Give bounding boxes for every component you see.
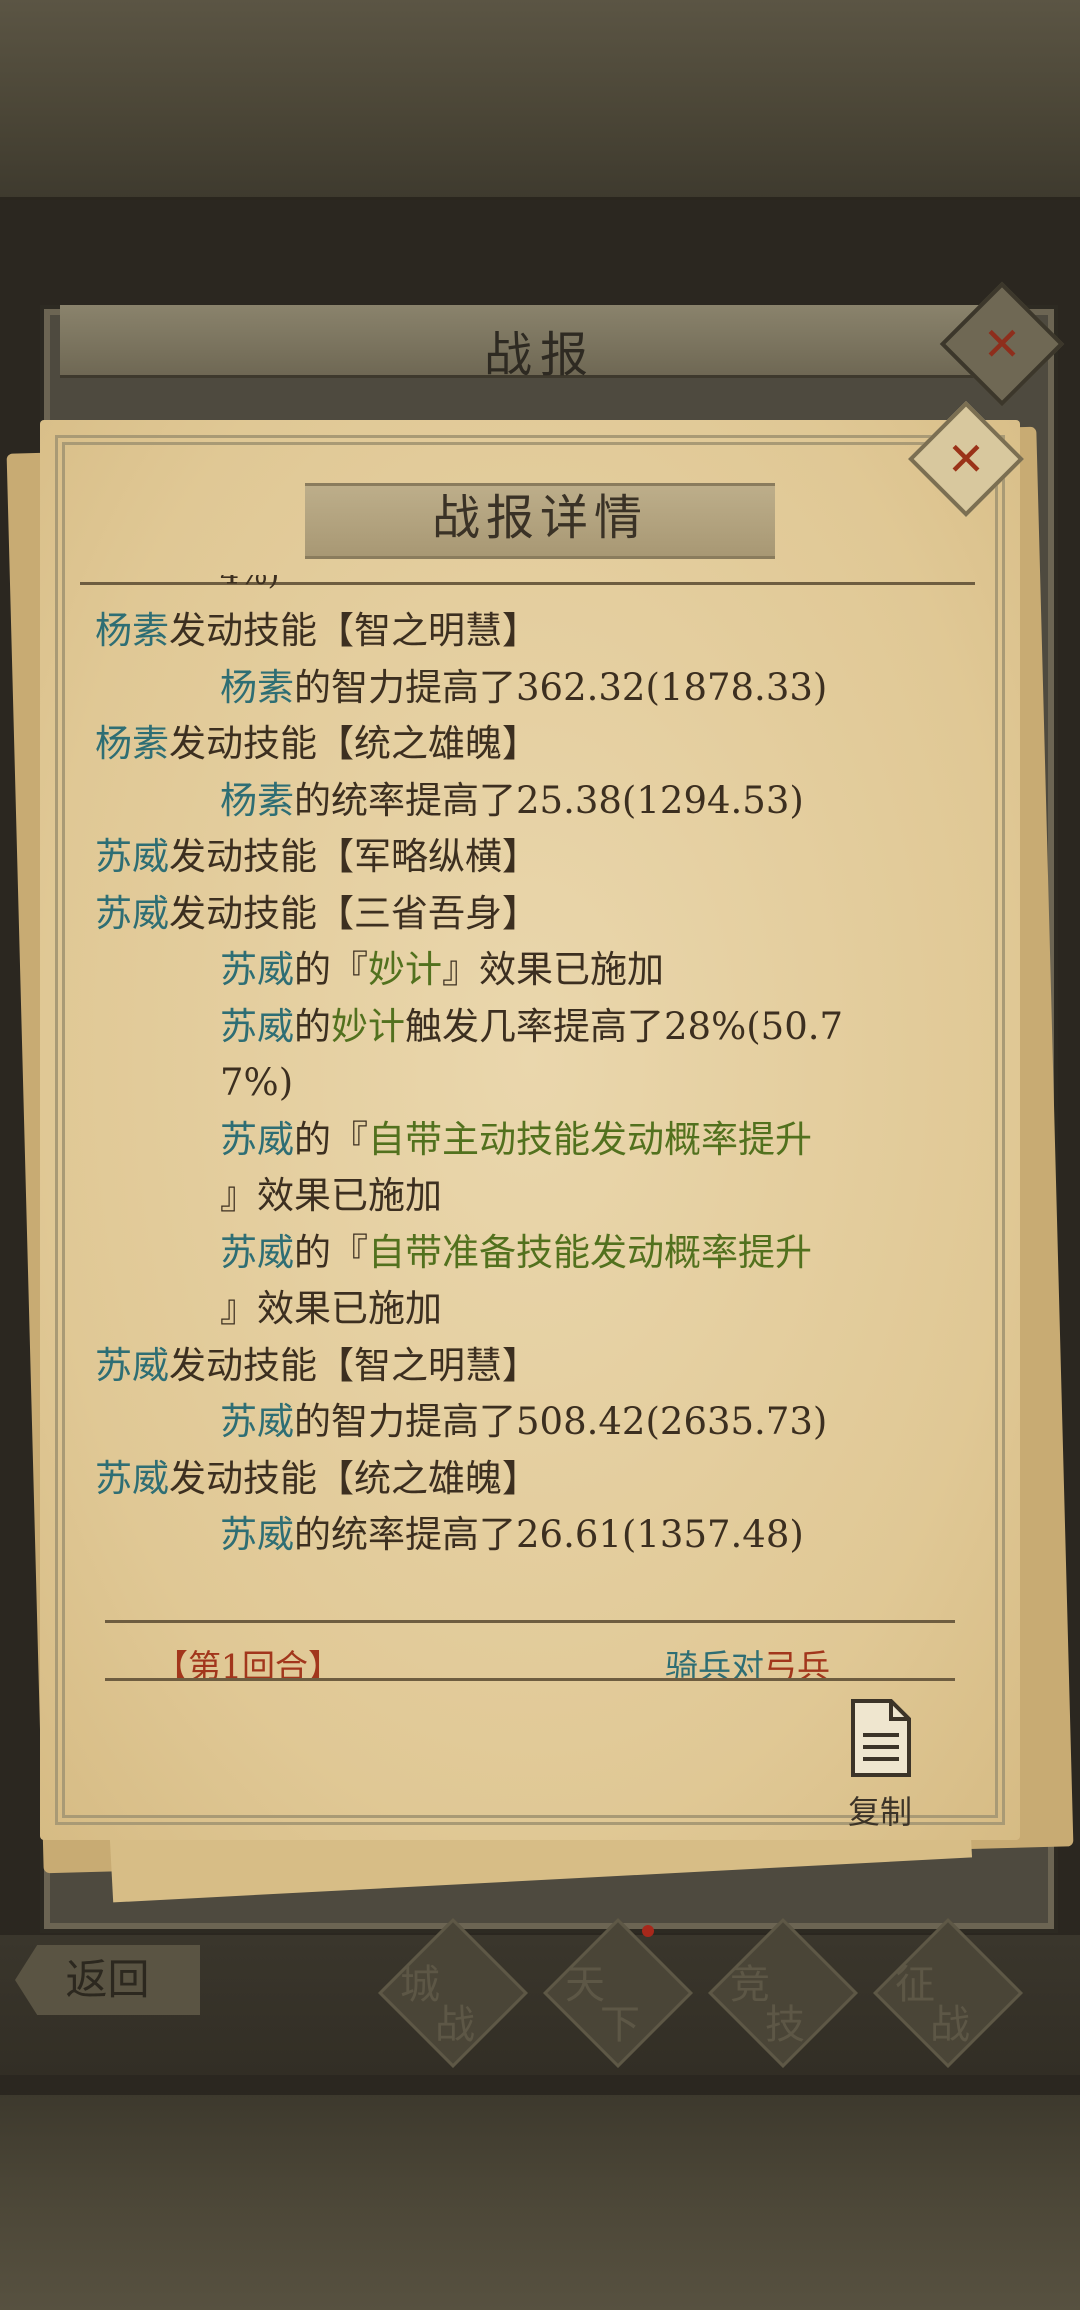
log-text: 发动技能【智之明慧】 [169, 609, 539, 652]
nav-char: 战 [930, 2002, 970, 2048]
hero-name: 苏威 [220, 1400, 294, 1443]
log-line: 苏威发动技能【统之雄魄】 [95, 1451, 539, 1507]
log-line: 苏威的『自带主动技能发动概率提升 [220, 1112, 812, 1168]
log-text: 的统率提高了25.38(1294.53) [294, 778, 804, 822]
log-line-partial: 4%) [220, 575, 279, 603]
log-line: 杨素发动技能【智之明慧】 [95, 603, 539, 659]
nav-label-city-battle: 城 战 [385, 1930, 505, 2070]
hero-name: 杨素 [95, 609, 169, 652]
log-line: 苏威发动技能【三省吾身】 [95, 886, 539, 942]
close-icon: ✕ [982, 317, 1022, 371]
log-text: 触发几率提高了28%(50.7 [405, 1004, 844, 1048]
hero-name: 苏威 [95, 891, 169, 935]
log-line: 』效果已施加 [220, 1168, 442, 1224]
close-icon: ✕ [946, 432, 986, 486]
log-text: 的 [294, 1004, 331, 1048]
log-text: 发动技能【统之雄魄】 [169, 1456, 539, 1500]
effect-name: 妙计 [331, 1004, 405, 1048]
log-line: 苏威发动技能【军略纵横】 [95, 829, 539, 885]
effect-name: 妙计 [368, 948, 442, 991]
log-text: 的『 [294, 1117, 368, 1161]
battle-log[interactable]: 4%) 杨素发动技能【智之明慧】杨素的智力提高了362.32(1878.33)杨… [95, 575, 955, 1605]
hero-name: 杨素 [220, 665, 294, 709]
copy-label: 复制 [847, 1793, 912, 1831]
top-decor-band [0, 0, 1080, 200]
log-text: 7%) [220, 1061, 294, 1104]
log-text: 发动技能【军略纵横】 [169, 835, 539, 878]
back-button[interactable]: 返回 [15, 1945, 200, 2015]
log-line: 苏威的妙计触发几率提高了28%(50.7 [220, 999, 843, 1055]
hero-name: 苏威 [220, 1513, 294, 1556]
nav-char: 战 [435, 2002, 475, 2048]
log-line: 杨素发动技能【统之雄魄】 [95, 716, 539, 772]
log-line: 苏威的智力提高了508.42(2635.73) [220, 1394, 827, 1450]
log-text: 的『 [294, 1230, 368, 1274]
log-text: 的智力提高了508.42(2635.73) [294, 1400, 828, 1443]
hero-name: 杨素 [220, 778, 294, 822]
divider [105, 1620, 955, 1623]
log-line: 杨素的统率提高了25.38(1294.53) [220, 773, 804, 829]
effect-name: 自带准备技能发动概率提升 [368, 1230, 812, 1274]
nav-char: 竞 [730, 1962, 770, 2008]
nav-char: 天 [565, 1962, 605, 2008]
nav-char: 城 [400, 1962, 440, 2008]
document-icon [851, 1699, 911, 1777]
notification-dot [642, 1925, 654, 1937]
bottom-decor-band [0, 2095, 1080, 2310]
log-text: 的『 [294, 948, 368, 991]
log-text: 的统率提高了26.61(1357.48) [294, 1513, 804, 1556]
log-text: 』效果已施加 [220, 1287, 442, 1330]
log-line: 』效果已施加 [220, 1281, 442, 1337]
divider [105, 1678, 955, 1681]
copy-button[interactable]: 复制 [835, 1695, 925, 1835]
log-line: 苏威的统率提高了26.61(1357.48) [220, 1507, 804, 1563]
hero-name: 苏威 [220, 948, 294, 991]
hero-name: 苏威 [95, 835, 169, 878]
nav-label-arena: 竞 技 [715, 1930, 835, 2070]
detail-title: 战报详情 [431, 490, 648, 546]
nav-label-world: 天 下 [550, 1930, 670, 2070]
hero-name: 苏威 [220, 1230, 294, 1274]
nav-char: 技 [765, 2002, 805, 2048]
log-text: 』效果已施加 [220, 1174, 442, 1217]
hero-name: 杨素 [95, 722, 169, 765]
window-title: 战报 [483, 327, 596, 383]
log-text: 的智力提高了362.32(1878.33) [294, 665, 828, 709]
effect-name: 自带主动技能发动概率提升 [368, 1117, 812, 1161]
nav-char: 下 [600, 2002, 640, 2048]
log-line: 苏威的『妙计』效果已施加 [220, 942, 664, 998]
log-line: 苏威发动技能【智之明慧】 [95, 1338, 539, 1394]
hero-name: 苏威 [220, 1004, 294, 1048]
log-line: 杨素的智力提高了362.32(1878.33) [220, 660, 827, 716]
nav-label-campaign: 征 战 [880, 1930, 1000, 2070]
log-text: 发动技能【统之雄魄】 [169, 722, 539, 765]
log-text: 发动技能【三省吾身】 [169, 891, 539, 935]
log-line: 苏威的『自带准备技能发动概率提升 [220, 1225, 812, 1281]
nav-char: 征 [895, 1962, 935, 2008]
hero-name: 苏威 [220, 1117, 294, 1161]
log-text: 』效果已施加 [442, 948, 664, 991]
hero-name: 苏威 [95, 1343, 169, 1387]
hero-name: 苏威 [95, 1456, 169, 1500]
log-line: 7%) [220, 1055, 293, 1111]
log-text: 发动技能【智之明慧】 [169, 1343, 539, 1387]
